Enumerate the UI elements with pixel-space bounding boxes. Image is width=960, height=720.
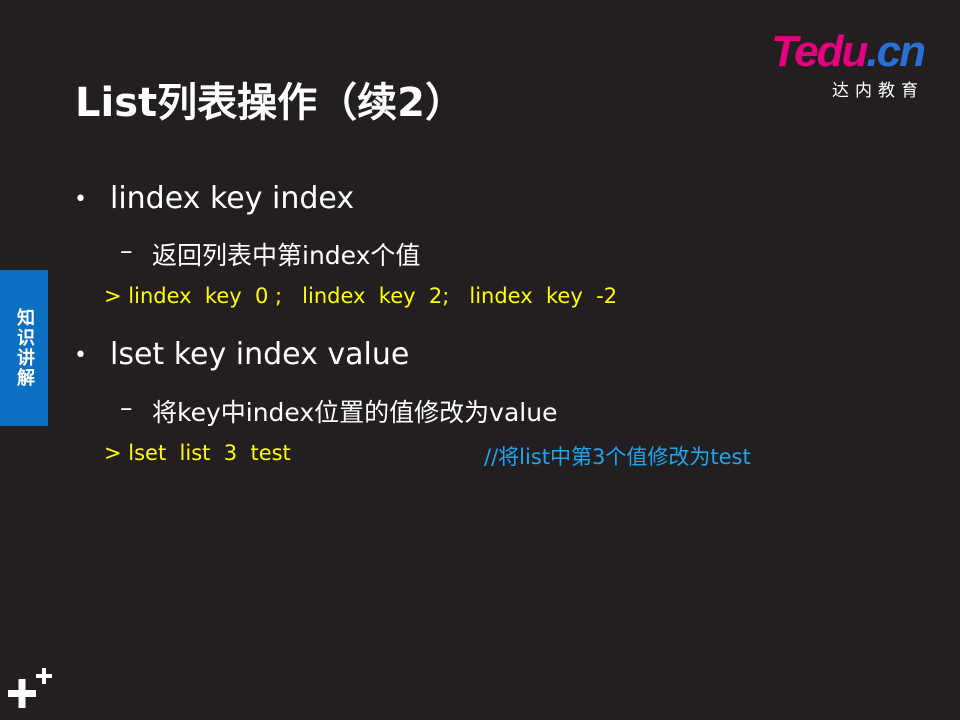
sub-dash: – (120, 393, 133, 422)
bullet-item-lset: lset key index value (110, 337, 410, 372)
bullet-dot: • (74, 343, 87, 368)
sub-dash: – (120, 236, 133, 265)
logo-brand-suffix: .cn (866, 27, 926, 76)
logo-wordmark: Tedu.cn (770, 27, 926, 76)
sub-item-lset: 将key中index位置的值修改为value (152, 398, 558, 427)
code-comment-lset: //将list中第3个值修改为test (484, 445, 751, 469)
side-tab: 知识讲解 (0, 270, 48, 426)
logo-brand-main: Tedu (770, 27, 868, 76)
code-line-lindex: > lindex key 0 ; lindex key 2; lindex ke… (104, 284, 618, 308)
sub-item-lindex: 返回列表中第index个值 (152, 241, 421, 270)
page-title: List列表操作（续2） (75, 80, 465, 126)
plus-icon (8, 668, 52, 708)
slide: List列表操作（续2） Tedu.cn 达内教育 知识讲解 • lindex … (0, 0, 960, 720)
logo-subtitle: 达内教育 (832, 81, 924, 101)
bullet-dot: • (74, 187, 87, 212)
bullet-item-lindex: lindex key index (110, 181, 355, 216)
code-line-lset: > lset list 3 test (104, 441, 291, 465)
tedu-logo: Tedu.cn 达内教育 (744, 27, 926, 102)
side-tab-label: 知识讲解 (14, 308, 35, 388)
